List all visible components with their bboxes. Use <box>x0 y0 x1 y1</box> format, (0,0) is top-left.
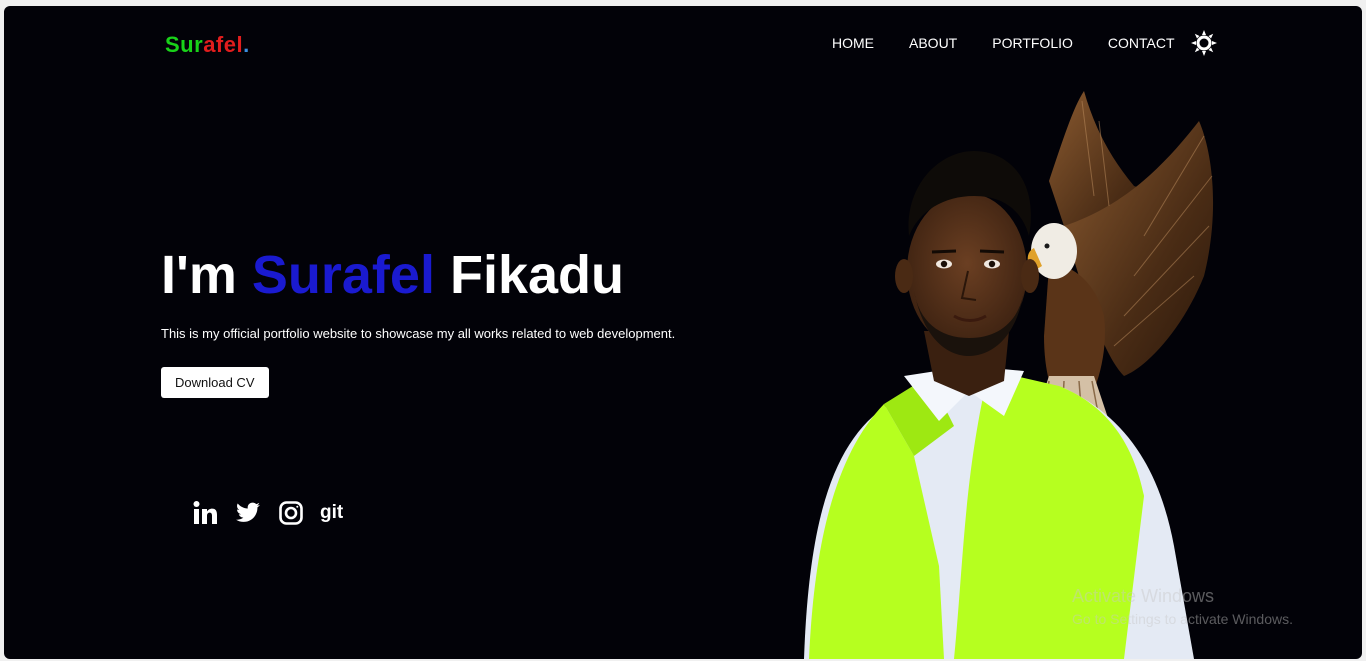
main-nav: HOME ABOUT PORTFOLIO CONTACT <box>832 30 1217 56</box>
hero-title-name: Surafel <box>251 245 435 305</box>
hero-title-suffix: Fikadu <box>434 245 624 305</box>
logo-part-2: afel <box>203 32 244 57</box>
logo-part-3: . <box>243 32 250 57</box>
watermark-subtitle: Go to Settings to activate Windows. <box>1072 611 1293 627</box>
download-cv-button[interactable]: Download CV <box>161 367 269 398</box>
site-logo[interactable]: Surafel. <box>165 32 250 58</box>
sun-icon[interactable] <box>1190 30 1217 56</box>
hero-title: I'm Surafel Fikadu <box>161 244 624 306</box>
person-with-eagle-photo <box>764 76 1244 659</box>
nav-contact[interactable]: CONTACT <box>1108 35 1175 51</box>
hero-description: This is my official portfolio website to… <box>161 326 676 341</box>
watermark-title: Activate Windows <box>1072 586 1215 606</box>
linkedin-icon[interactable] <box>192 500 218 526</box>
nav-home[interactable]: HOME <box>832 35 874 51</box>
hero-title-prefix: I'm <box>161 245 252 305</box>
social-links: git <box>192 500 359 526</box>
nav-portfolio[interactable]: PORTFOLIO <box>992 35 1073 51</box>
instagram-icon[interactable] <box>278 500 304 526</box>
twitter-icon[interactable] <box>234 500 262 526</box>
page-frame: Surafel. HOME ABOUT PORTFOLIO CONTACT I'… <box>4 6 1362 659</box>
nav-about[interactable]: ABOUT <box>909 35 957 51</box>
git-link[interactable]: git <box>320 502 343 524</box>
windows-activation-watermark: Activate Windows Go to Settings to activ… <box>1072 586 1293 627</box>
logo-part-1: Sur <box>165 32 204 57</box>
